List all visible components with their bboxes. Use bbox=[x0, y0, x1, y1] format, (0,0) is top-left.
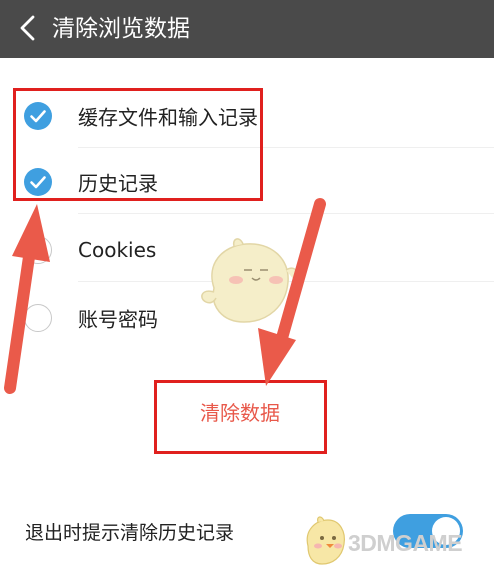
chevron-left-icon bbox=[20, 15, 35, 41]
checkbox-history[interactable] bbox=[24, 168, 52, 196]
option-label: 账号密码 bbox=[78, 307, 158, 332]
option-cache-files[interactable]: 缓存文件和输入记录 bbox=[0, 84, 494, 148]
option-history[interactable]: 历史记录 bbox=[0, 150, 494, 214]
option-label: 历史记录 bbox=[78, 171, 158, 196]
option-cookies[interactable]: Cookies bbox=[0, 218, 494, 282]
mascot-logo-icon bbox=[306, 516, 345, 565]
toggle-knob bbox=[432, 517, 460, 545]
checkbox-passwords[interactable] bbox=[24, 304, 52, 332]
divider bbox=[78, 147, 494, 148]
exit-prompt-label: 退出时提示清除历史记录 bbox=[25, 522, 235, 544]
clear-data-button[interactable]: 清除数据 bbox=[157, 383, 323, 451]
checkmark-icon bbox=[30, 176, 46, 189]
top-bar: 清除浏览数据 bbox=[0, 0, 494, 58]
option-label: Cookies bbox=[78, 238, 157, 262]
checkbox-cache-files[interactable] bbox=[24, 102, 52, 130]
checkbox-cookies[interactable] bbox=[24, 236, 52, 264]
exit-prompt-toggle[interactable] bbox=[393, 514, 463, 548]
option-label: 缓存文件和输入记录 bbox=[78, 105, 258, 130]
page-title: 清除浏览数据 bbox=[52, 16, 190, 42]
divider bbox=[78, 281, 494, 282]
divider bbox=[78, 213, 494, 214]
back-button[interactable] bbox=[12, 10, 48, 46]
option-passwords[interactable]: 账号密码 bbox=[0, 286, 494, 350]
checkmark-icon bbox=[30, 110, 46, 123]
